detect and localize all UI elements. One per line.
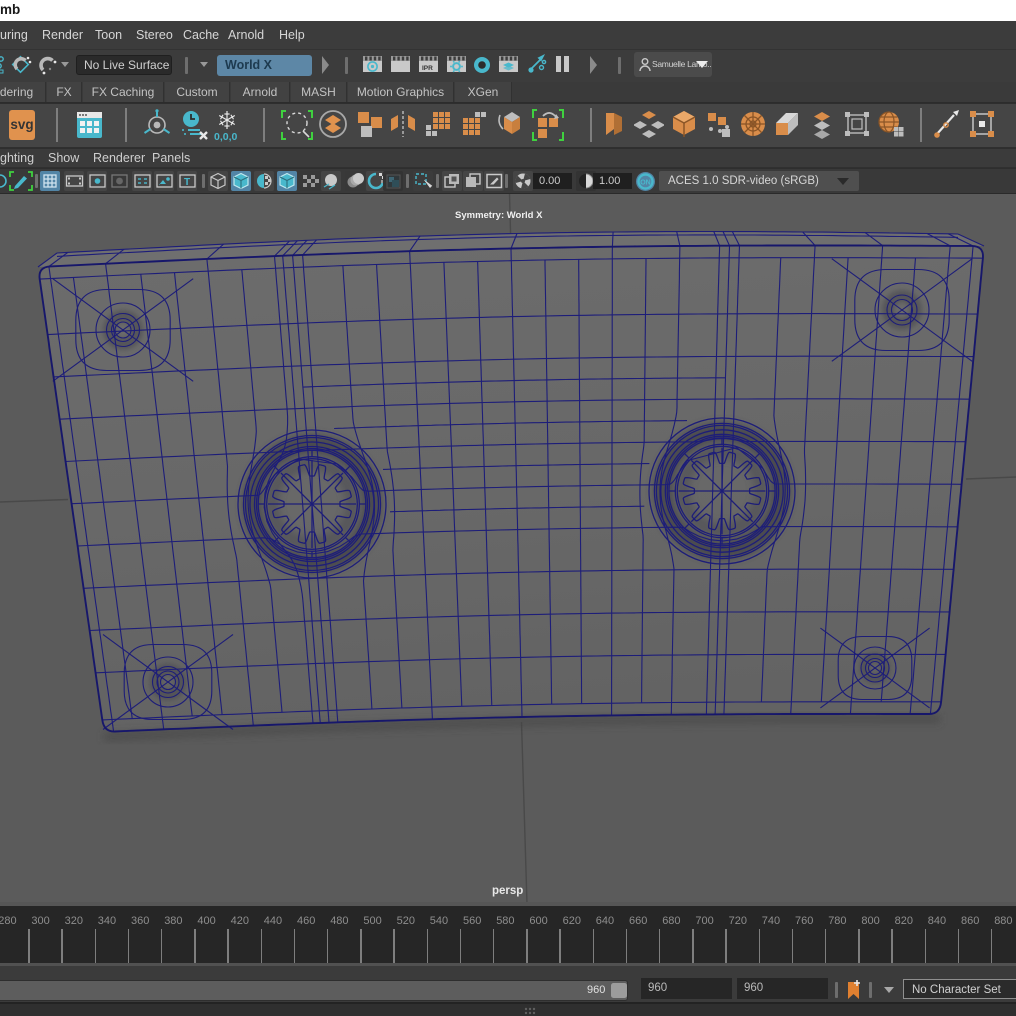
svg-text:Symmetry: World X: Symmetry: World X: [455, 210, 543, 221]
svg-text:persp: persp: [492, 885, 523, 897]
svg-text:T: T: [184, 177, 190, 188]
svg-text:ON: ON: [640, 180, 651, 187]
svg-text:IPR: IPR: [422, 65, 433, 72]
svg-text:0,0,0: 0,0,0: [214, 131, 238, 143]
